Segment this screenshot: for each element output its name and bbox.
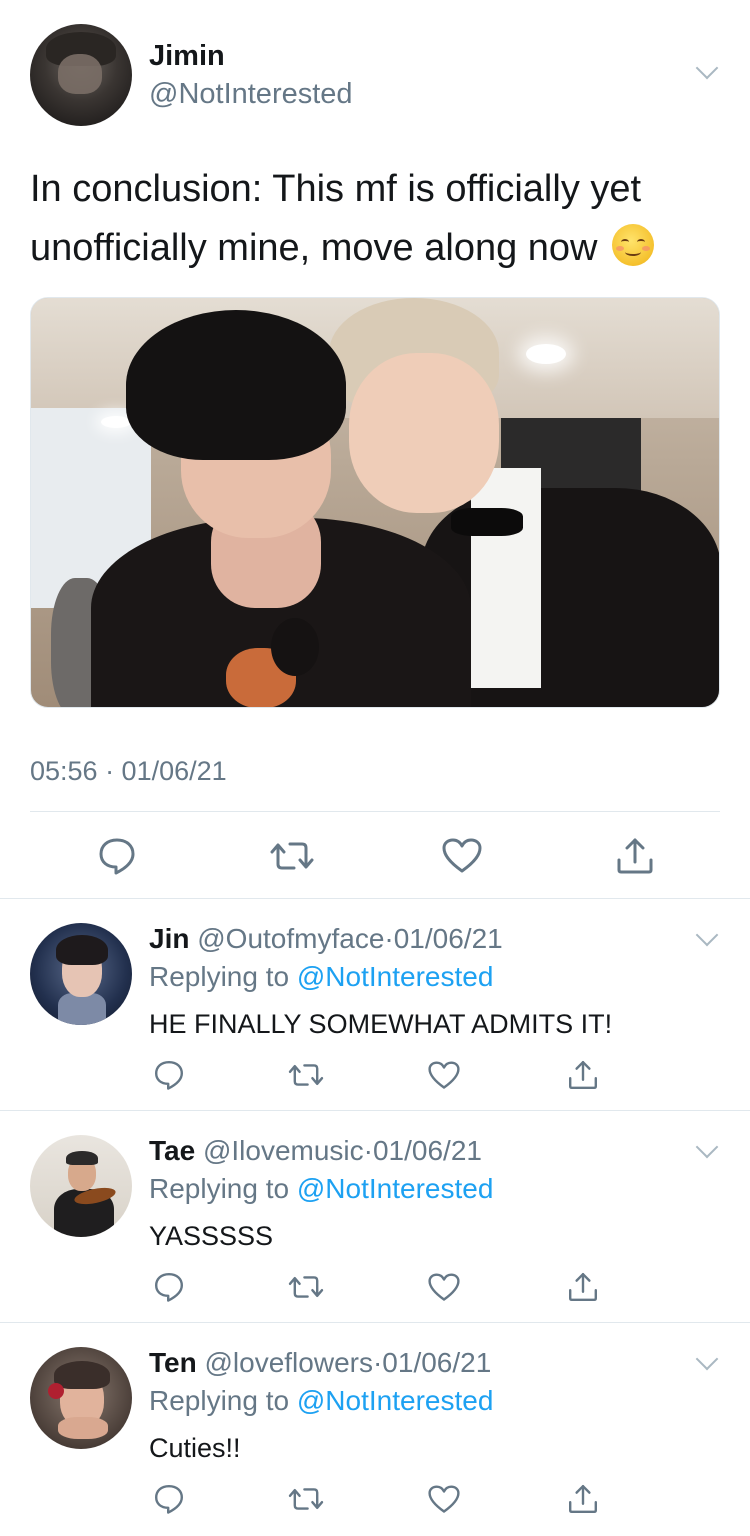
replying-to-prefix: Replying to bbox=[149, 1173, 297, 1204]
main-tweet[interactable]: Jimin @NotInterested In conclusion: This… bbox=[0, 0, 750, 898]
reply-author-name[interactable]: Tae bbox=[149, 1135, 195, 1166]
reply-date[interactable]: 01/06/21 bbox=[382, 1347, 491, 1378]
reply-text: YASSSSS bbox=[149, 1221, 274, 1251]
tweet-actions bbox=[0, 836, 750, 876]
chevron-down-icon[interactable] bbox=[695, 1347, 719, 1371]
reply-author-handle[interactable]: @loveflowers bbox=[204, 1347, 372, 1378]
chevron-down-icon[interactable] bbox=[695, 56, 719, 80]
replying-to-prefix: Replying to bbox=[149, 1385, 297, 1416]
like-icon[interactable] bbox=[442, 838, 482, 874]
share-icon[interactable] bbox=[615, 836, 655, 876]
reply-text: HE FINALLY SOMEWHAT ADMITS IT! bbox=[149, 1009, 613, 1039]
replying-to-line: Replying to @NotInterested bbox=[149, 1385, 493, 1417]
reply-header: Ten @loveflowers·01/06/21 bbox=[149, 1347, 491, 1379]
reply-tweet[interactable]: Ten @loveflowers·01/06/21 Replying to @N… bbox=[0, 1323, 750, 1536]
reply-icon[interactable] bbox=[153, 1483, 185, 1515]
reply-avatar[interactable] bbox=[30, 923, 132, 1025]
reply-actions bbox=[0, 1059, 750, 1099]
reply-icon[interactable] bbox=[153, 1271, 185, 1303]
retweet-icon[interactable] bbox=[288, 1059, 324, 1091]
retweet-icon[interactable] bbox=[288, 1271, 324, 1303]
separator-dot: · bbox=[372, 1347, 383, 1378]
chevron-down-icon[interactable] bbox=[695, 923, 719, 947]
reply-icon[interactable] bbox=[153, 1059, 185, 1091]
replying-to-line: Replying to @NotInterested bbox=[149, 961, 493, 993]
tweet-photo[interactable] bbox=[30, 297, 720, 708]
reply-author-name[interactable]: Jin bbox=[149, 923, 189, 954]
reply-avatar[interactable] bbox=[30, 1347, 132, 1449]
reply-icon[interactable] bbox=[97, 836, 137, 876]
reply-actions bbox=[0, 1271, 750, 1311]
separator-dot: · bbox=[384, 923, 394, 954]
replying-to-prefix: Replying to bbox=[149, 961, 297, 992]
author-handle[interactable]: @NotInterested bbox=[149, 78, 353, 111]
reply-header: Jin @Outofmyface·01/06/21 bbox=[149, 923, 503, 955]
reply-author-handle[interactable]: @Outofmyface bbox=[197, 923, 384, 954]
author-avatar[interactable] bbox=[30, 24, 132, 126]
like-icon[interactable] bbox=[428, 1485, 460, 1514]
replying-to-mention[interactable]: @NotInterested bbox=[297, 1385, 494, 1416]
reply-author-name[interactable]: Ten bbox=[149, 1347, 197, 1378]
reply-date[interactable]: 01/06/21 bbox=[394, 923, 503, 954]
reply-text: Cuties!! bbox=[149, 1433, 241, 1463]
retweet-icon[interactable] bbox=[288, 1483, 324, 1515]
tweet-text-body: In conclusion: This mf is officially yet… bbox=[30, 168, 642, 269]
replying-to-mention[interactable]: @NotInterested bbox=[297, 1173, 494, 1204]
like-icon[interactable] bbox=[428, 1061, 460, 1090]
tweet-text: In conclusion: This mf is officially yet… bbox=[30, 160, 720, 278]
tweet-timestamp[interactable]: 05:56 · 01/06/21 bbox=[30, 756, 227, 787]
relieved-smile-emoji-icon bbox=[612, 224, 655, 266]
share-icon[interactable] bbox=[567, 1483, 599, 1515]
reply-author-handle[interactable]: @Ilovemusic bbox=[203, 1135, 364, 1166]
author-name[interactable]: Jimin bbox=[149, 40, 225, 73]
replying-to-line: Replying to @NotInterested bbox=[149, 1173, 493, 1205]
reply-actions bbox=[0, 1483, 750, 1523]
avatar-hand bbox=[58, 54, 102, 94]
reply-header: Tae @Ilovemusic·01/06/21 bbox=[149, 1135, 482, 1167]
reply-date[interactable]: 01/06/21 bbox=[373, 1135, 482, 1166]
divider bbox=[30, 811, 720, 812]
reply-tweet[interactable]: Tae @Ilovemusic·01/06/21 Replying to @No… bbox=[0, 1111, 750, 1322]
share-icon[interactable] bbox=[567, 1271, 599, 1303]
reply-avatar[interactable] bbox=[30, 1135, 132, 1237]
like-icon[interactable] bbox=[428, 1273, 460, 1302]
chevron-down-icon[interactable] bbox=[695, 1135, 719, 1159]
separator-dot: · bbox=[363, 1135, 373, 1166]
replying-to-mention[interactable]: @NotInterested bbox=[297, 961, 494, 992]
share-icon[interactable] bbox=[567, 1059, 599, 1091]
reply-tweet[interactable]: Jin @Outofmyface·01/06/21 Replying to @N… bbox=[0, 899, 750, 1110]
retweet-icon[interactable] bbox=[270, 836, 314, 876]
